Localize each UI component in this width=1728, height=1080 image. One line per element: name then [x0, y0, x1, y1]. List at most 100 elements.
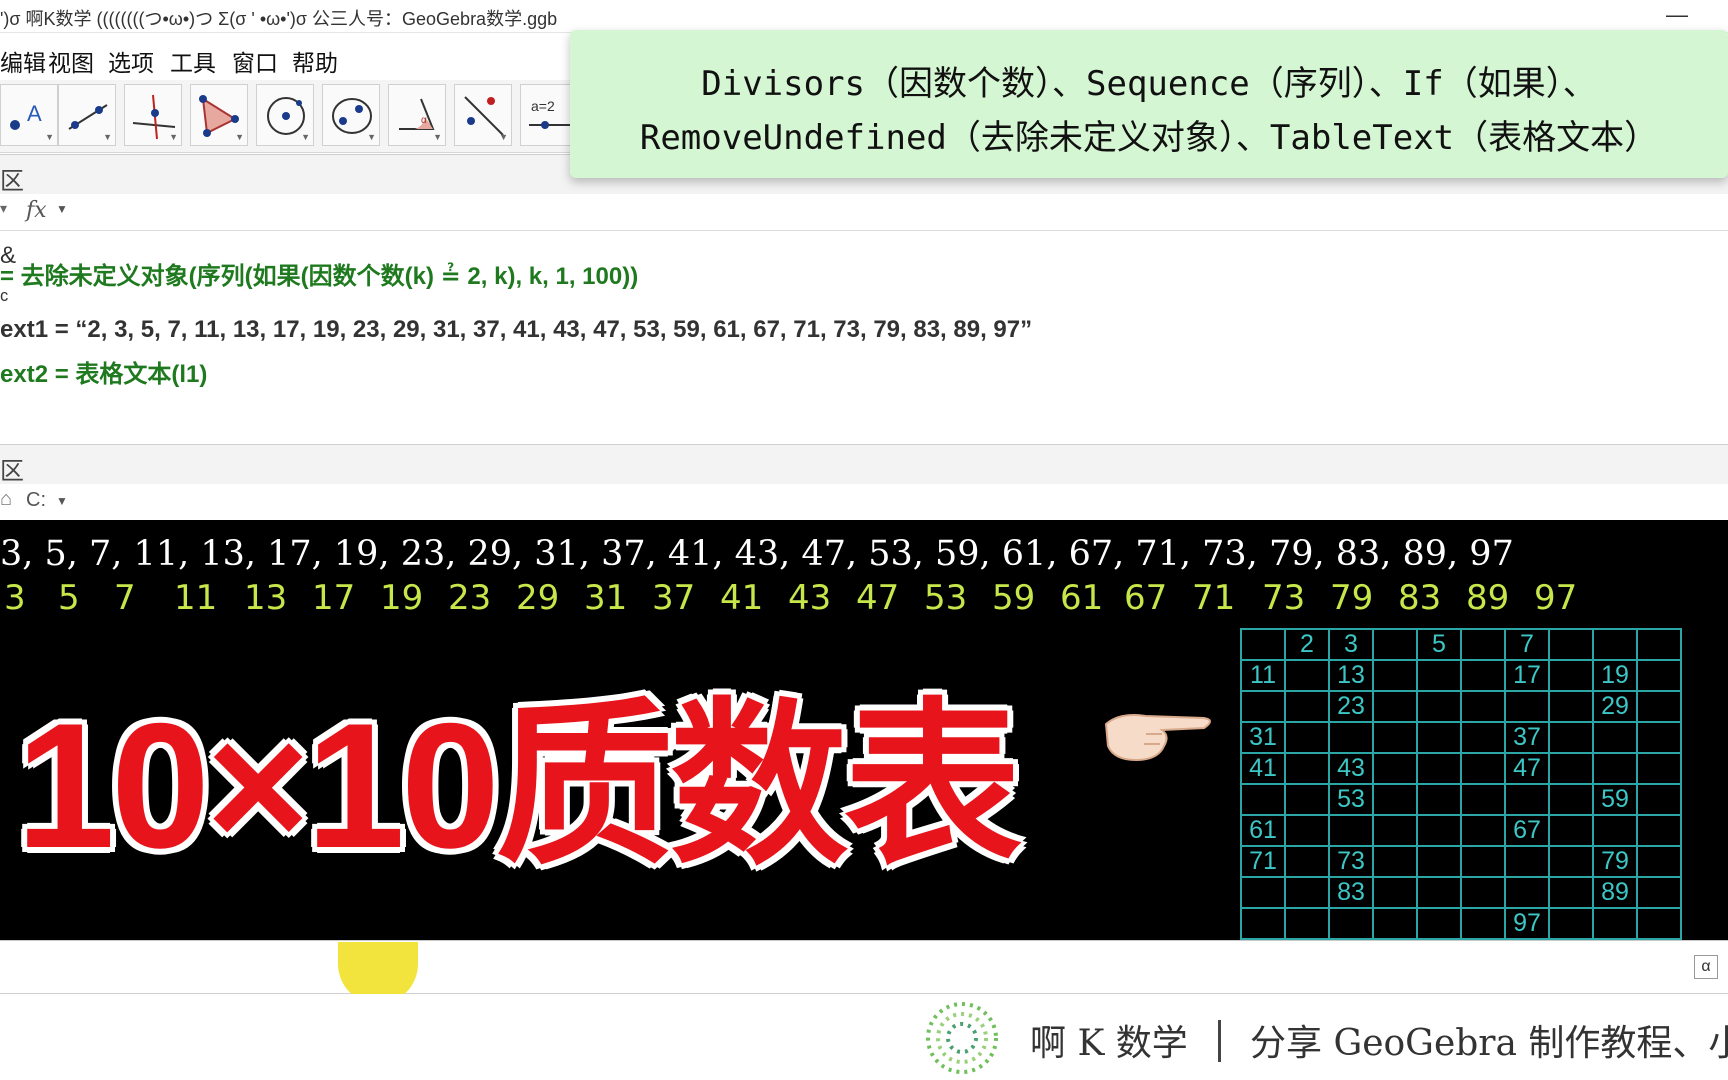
fx-button[interactable]: fx	[26, 198, 47, 223]
table-cell	[1416, 752, 1462, 785]
chevron-down-icon[interactable]: ▼	[56, 494, 68, 508]
table-cell	[1548, 814, 1594, 847]
minimize-button[interactable]: —	[1666, 2, 1688, 28]
graphics-view-toolbar: ⌂ C: ▼	[0, 484, 1728, 521]
prime-number-label: 43	[788, 578, 832, 618]
algebra-item-l1[interactable]: = 去除未定义对象(序列(如果(因数个数(k) ≟ 2, k), k, 1, 1…	[0, 256, 638, 291]
perpendicular-tool-button[interactable]: ▼	[124, 84, 182, 146]
table-cell	[1416, 907, 1462, 940]
prime-number-label: 5	[58, 578, 80, 618]
input-bar[interactable]: α	[0, 940, 1728, 995]
table-cell	[1284, 845, 1330, 878]
table-cell: 83	[1328, 876, 1374, 909]
algebra-item-text2[interactable]: ext2 = 表格文本(l1)	[0, 354, 207, 389]
conic-tool-button[interactable]: ▼	[322, 84, 380, 146]
move-tool-button[interactable]: A ▼	[0, 84, 58, 146]
banner-line-2: RemoveUndefined（去除未定义对象）、TableText（表格文本）	[639, 118, 1659, 158]
chevron-down-icon: ▼	[103, 132, 112, 142]
table-cell	[1284, 814, 1330, 847]
table-cell	[1416, 814, 1462, 847]
reflect-tool-button[interactable]: ▼	[454, 84, 512, 146]
table-cell	[1636, 814, 1682, 847]
prime-number-label: 19	[380, 578, 424, 618]
prime-number-label: 7	[114, 578, 136, 618]
table-cell: 37	[1504, 721, 1550, 754]
text1-display: 3, 5, 7, 11, 13, 17, 19, 23, 29, 31, 37,…	[0, 534, 1514, 574]
menu-view[interactable]: 视图	[48, 44, 94, 78]
table-cell	[1416, 783, 1462, 816]
menu-help[interactable]: 帮助	[292, 44, 338, 78]
table-cell	[1548, 783, 1594, 816]
table-cell	[1460, 752, 1506, 785]
algebra-item-text1[interactable]: ext1 = “2, 3, 5, 7, 11, 13, 17, 19, 23, …	[0, 316, 1032, 344]
circle-tool-button[interactable]: ▼	[256, 84, 314, 146]
table-cell	[1548, 659, 1594, 692]
table-cell	[1240, 907, 1286, 940]
menu-bar: 编辑 视图 选项 工具 窗口 帮助	[0, 40, 600, 80]
slider-icon: a=2	[529, 98, 571, 129]
table-cell: 97	[1504, 907, 1550, 940]
table-cell	[1548, 721, 1594, 754]
menu-edit[interactable]: 编辑	[0, 44, 46, 78]
home-icon[interactable]: ⌂	[0, 488, 12, 511]
prime-number-label: 79	[1330, 578, 1374, 618]
prime-number-label: 37	[652, 578, 696, 618]
table-cell	[1240, 876, 1286, 909]
line-tool-button[interactable]: ▼	[58, 84, 116, 146]
table-cell: 7	[1504, 628, 1550, 661]
prime-number-label: 97	[1534, 578, 1578, 618]
menu-window[interactable]: 窗口	[232, 44, 278, 78]
chevron-down-icon: ▼	[433, 132, 442, 142]
table-cell: 59	[1592, 783, 1638, 816]
table-cell	[1504, 845, 1550, 878]
table-cell	[1284, 690, 1330, 723]
table-cell	[1460, 721, 1506, 754]
chevron-down-icon: ▼	[169, 132, 178, 142]
polygon-tool-button[interactable]: ▼	[190, 84, 248, 146]
table-row: 71 73 79	[1240, 845, 1682, 878]
table-cell	[1372, 783, 1418, 816]
table-cell: 89	[1592, 876, 1638, 909]
algebra-list: & = 去除未定义对象(序列(如果(因数个数(k) ≟ 2, k), k, 1,…	[0, 234, 1728, 444]
prime-number-label: 23	[448, 578, 492, 618]
menu-tools[interactable]: 工具	[170, 44, 216, 78]
table-cell: 71	[1240, 845, 1286, 878]
table-cell	[1592, 752, 1638, 785]
table-cell	[1284, 659, 1330, 692]
table-cell	[1328, 814, 1374, 847]
table-cell	[1416, 876, 1462, 909]
table-cell: 53	[1328, 783, 1374, 816]
prime-table: 2 3 5 7 11 13 17 19 23 29 31 37 41 43 47 53 59 61 67 71 73 79…	[1240, 628, 1682, 940]
graphics-canvas[interactable]: 3, 5, 7, 11, 13, 17, 19, 23, 29, 31, 37,…	[0, 520, 1728, 940]
prime-number-label: 3	[4, 578, 26, 618]
table-cell: 2	[1284, 628, 1330, 661]
angle-tool-button[interactable]: α ▼	[388, 84, 446, 146]
menu-options[interactable]: 选项	[108, 44, 154, 78]
table-cell	[1240, 628, 1286, 661]
table-cell	[1372, 721, 1418, 754]
table-row: 83 89	[1240, 876, 1682, 909]
prime-number-label: 71	[1192, 578, 1236, 618]
table-cell: 61	[1240, 814, 1286, 847]
table-cell	[1504, 783, 1550, 816]
primes-row: 3 5 7 11 13 17 19 23 29 31 37 41 43 47 53 59 61 67 71 73 79 8…	[0, 578, 1728, 622]
table-cell	[1460, 845, 1506, 878]
table-cell: 3	[1328, 628, 1374, 661]
prime-number-label: 67	[1124, 578, 1168, 618]
table-cell	[1372, 845, 1418, 878]
prime-number-label: 61	[1060, 578, 1104, 618]
table-cell	[1460, 690, 1506, 723]
chevron-down-icon[interactable]: ▾	[0, 200, 7, 217]
table-cell	[1372, 659, 1418, 692]
table-cell	[1284, 752, 1330, 785]
algebra-group-label: ᶜ	[0, 286, 9, 313]
alpha-keyboard-button[interactable]: α	[1694, 955, 1718, 979]
table-row: 53 59	[1240, 783, 1682, 816]
table-cell	[1460, 876, 1506, 909]
chevron-down-icon: ▼	[499, 132, 508, 142]
chevron-down-icon[interactable]: ▼	[56, 202, 68, 216]
style-dropdown[interactable]: C:	[26, 489, 46, 512]
table-cell	[1416, 690, 1462, 723]
table-cell	[1636, 628, 1682, 661]
table-cell	[1592, 628, 1638, 661]
